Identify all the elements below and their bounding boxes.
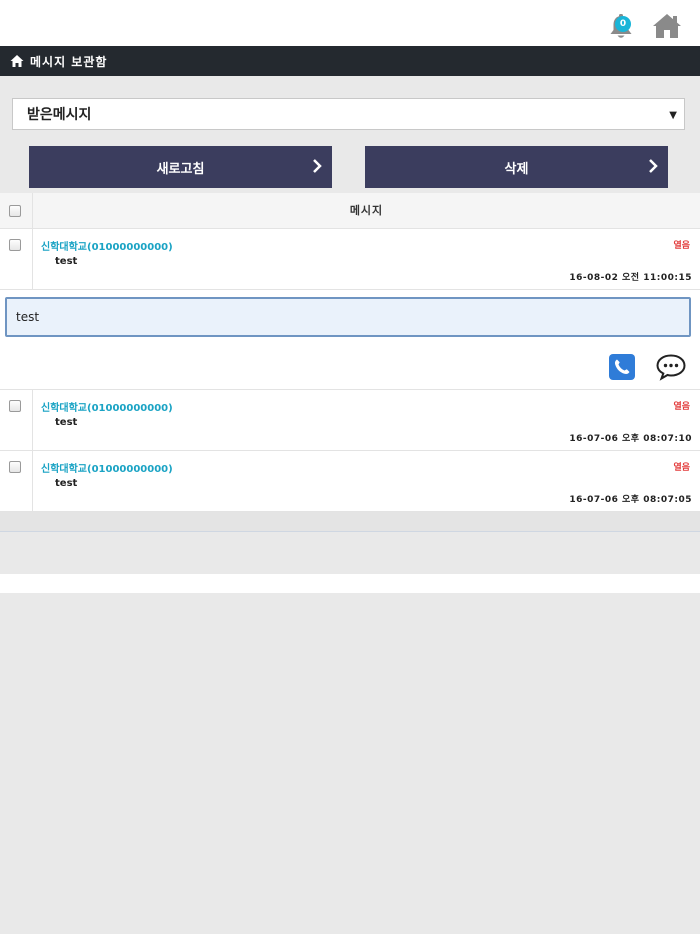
message-sender: 신학대학교(01000000000) xyxy=(41,403,173,414)
message-sender: 신학대학교(01000000000) xyxy=(41,242,173,253)
message-text: test xyxy=(55,417,78,428)
message-text: test xyxy=(55,256,78,267)
delete-button[interactable]: 삭제 xyxy=(365,146,668,188)
table-row[interactable]: 신학대학교(01000000000) 열음 test 16-08-02 오전 1… xyxy=(0,229,700,290)
message-detail: test xyxy=(0,290,700,390)
message-date: 16-07-06 오후 08:07:05 xyxy=(569,495,692,505)
column-header-message: 메시지 xyxy=(349,204,384,217)
refresh-button-label: 새로고침 xyxy=(156,161,205,177)
refresh-button[interactable]: 새로고침 xyxy=(29,146,332,188)
select-all-checkbox[interactable] xyxy=(9,205,21,217)
message-status: 열음 xyxy=(673,463,690,473)
message-list: 메시지 신학대학교(01000000000) 열음 test 16-08-02 … xyxy=(0,193,700,512)
message-date: 16-08-02 오전 11:00:15 xyxy=(569,273,692,283)
row-checkbox[interactable] xyxy=(9,239,21,251)
caret-down-icon: ▼ xyxy=(669,110,677,121)
table-row[interactable]: 신학대학교(01000000000) 열음 test 16-07-06 오후 0… xyxy=(0,390,700,451)
row-checkbox[interactable] xyxy=(9,461,21,473)
message-detail-text: test xyxy=(5,297,691,337)
message-status: 열음 xyxy=(673,241,690,251)
page-title: 메시지 보관함 xyxy=(30,54,108,69)
message-type-select[interactable]: 받은메시지 ▼ xyxy=(12,98,685,130)
notification-badge: 0 xyxy=(615,16,631,32)
chevron-right-icon xyxy=(649,159,658,173)
chevron-right-icon xyxy=(313,159,322,173)
message-status: 열음 xyxy=(673,402,690,412)
home-icon[interactable] xyxy=(652,12,682,40)
table-header: 메시지 xyxy=(0,193,700,229)
footer-bar xyxy=(0,574,700,593)
list-footer xyxy=(0,512,700,532)
table-row[interactable]: 신학대학교(01000000000) 열음 test 16-07-06 오후 0… xyxy=(0,451,700,512)
home-icon xyxy=(10,55,24,67)
chat-bubble-icon[interactable] xyxy=(655,353,687,381)
row-checkbox[interactable] xyxy=(9,400,21,412)
delete-button-label: 삭제 xyxy=(504,161,529,177)
message-date: 16-07-06 오후 08:07:10 xyxy=(569,434,692,444)
message-sender: 신학대학교(01000000000) xyxy=(41,464,173,475)
top-bar: 0 xyxy=(0,0,700,46)
page-title-bar: 메시지 보관함 xyxy=(0,46,700,76)
message-text: test xyxy=(55,478,78,489)
phone-icon[interactable] xyxy=(609,354,635,380)
footer-area xyxy=(0,532,700,574)
message-type-selected: 받은메시지 xyxy=(27,107,92,123)
